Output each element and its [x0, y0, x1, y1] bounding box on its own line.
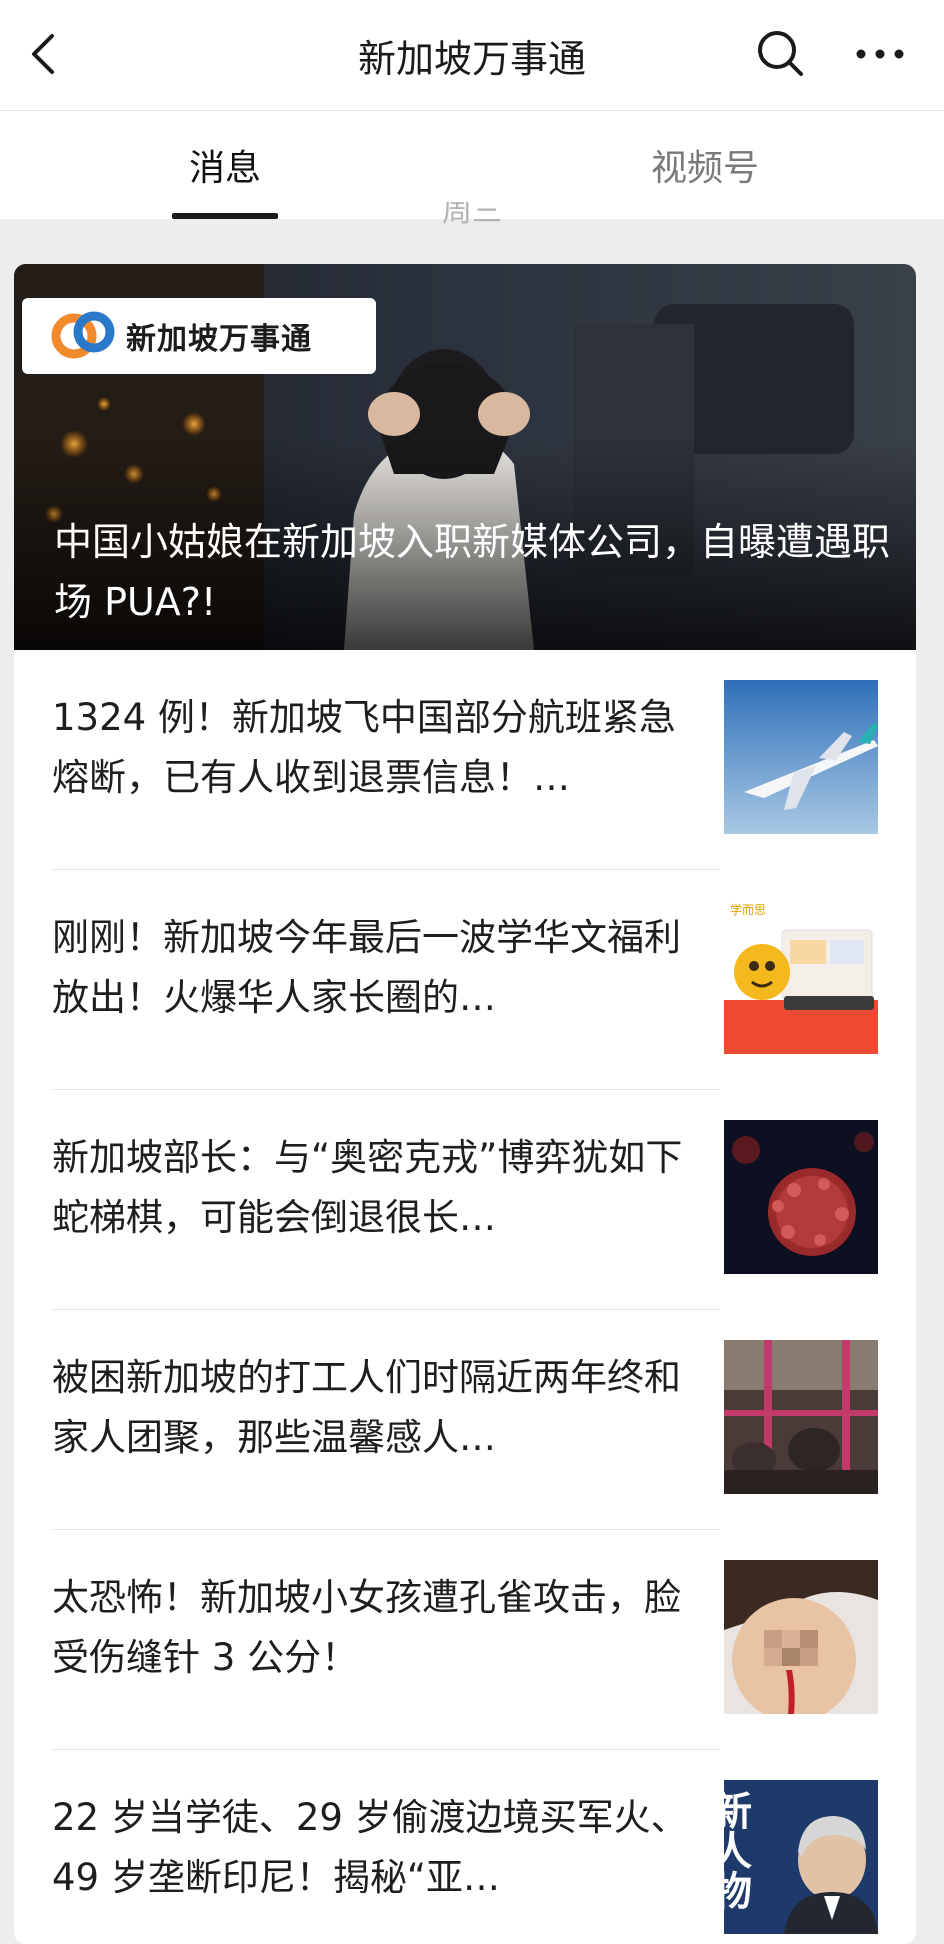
- article-thumbnail-bus: [724, 1340, 878, 1494]
- brand-logo-icon: [51, 311, 115, 359]
- more-button[interactable]: [840, 22, 920, 86]
- search-icon: [758, 31, 803, 76]
- article-thumbnail-virus: [724, 1120, 878, 1274]
- article-thumbnail-airplane: [724, 680, 878, 834]
- article-title: 刚刚！新加坡今年最后一波学华文福利放出！火爆华人家长圈的…: [52, 916, 681, 1019]
- brand-badge: 新加坡万事通: [22, 298, 376, 374]
- top-nav-bar: 新加坡万事通: [0, 0, 944, 111]
- thumbnail-brand-text: 学而思: [730, 902, 766, 917]
- article-item[interactable]: 22 岁当学徒、29 岁偷渡边境买军火、49 岁垄断印尼！揭秘“亚… 新人物: [14, 1750, 916, 1944]
- article-title: 被困新加坡的打工人们时隔近两年终和家人团聚，那些温馨感人…: [52, 1356, 681, 1459]
- article-item[interactable]: 新加坡部长：与“奥密克戎”博弈犹如下蛇梯棋，可能会倒退很长…: [14, 1090, 916, 1310]
- article-item[interactable]: 刚刚！新加坡今年最后一波学华文福利放出！火爆华人家长圈的… 学而思: [14, 870, 916, 1090]
- article-thumbnail-injury: [724, 1560, 878, 1714]
- search-button[interactable]: [746, 22, 816, 86]
- article-title: 22 岁当学徒、29 岁偷渡边境买军火、49 岁垄断印尼！揭秘“亚…: [52, 1796, 688, 1899]
- date-label: 周三: [442, 202, 502, 228]
- hero-title: 中国小姑娘在新加坡入职新媒体公司，自曝遭遇职场 PUA?!: [54, 520, 891, 624]
- article-card: 新加坡万事通 中国小姑娘在新加坡入职新媒体公司，自曝遭遇职场 PUA?! 132…: [14, 264, 916, 1944]
- article-item[interactable]: 1324 例！新加坡飞中国部分航班紧急熔断，已有人收到退票信息！…: [14, 650, 916, 870]
- article-title: 1324 例！新加坡飞中国部分航班紧急熔断，已有人收到退票信息！…: [52, 696, 676, 799]
- article-title: 太恐怖！新加坡小女孩遭孔雀攻击，脸受伤缝针 3 公分！: [52, 1576, 681, 1679]
- thumbnail-title-text: 新人物: [724, 1790, 752, 1910]
- article-item[interactable]: 太恐怖！新加坡小女孩遭孔雀攻击，脸受伤缝针 3 公分！: [14, 1530, 916, 1750]
- article-item[interactable]: 被困新加坡的打工人们时隔近两年终和家人团聚，那些温馨感人…: [14, 1310, 916, 1530]
- article-title: 新加坡部长：与“奥密克戎”博弈犹如下蛇梯棋，可能会倒退很长…: [52, 1136, 683, 1239]
- article-thumbnail-portrait: 新人物: [724, 1780, 878, 1934]
- article-thumbnail-education: 学而思: [724, 900, 878, 1054]
- hero-article[interactable]: 新加坡万事通 中国小姑娘在新加坡入职新媒体公司，自曝遭遇职场 PUA?!: [14, 264, 916, 650]
- brand-name: 新加坡万事通: [126, 322, 312, 357]
- more-dots-icon: [856, 49, 904, 59]
